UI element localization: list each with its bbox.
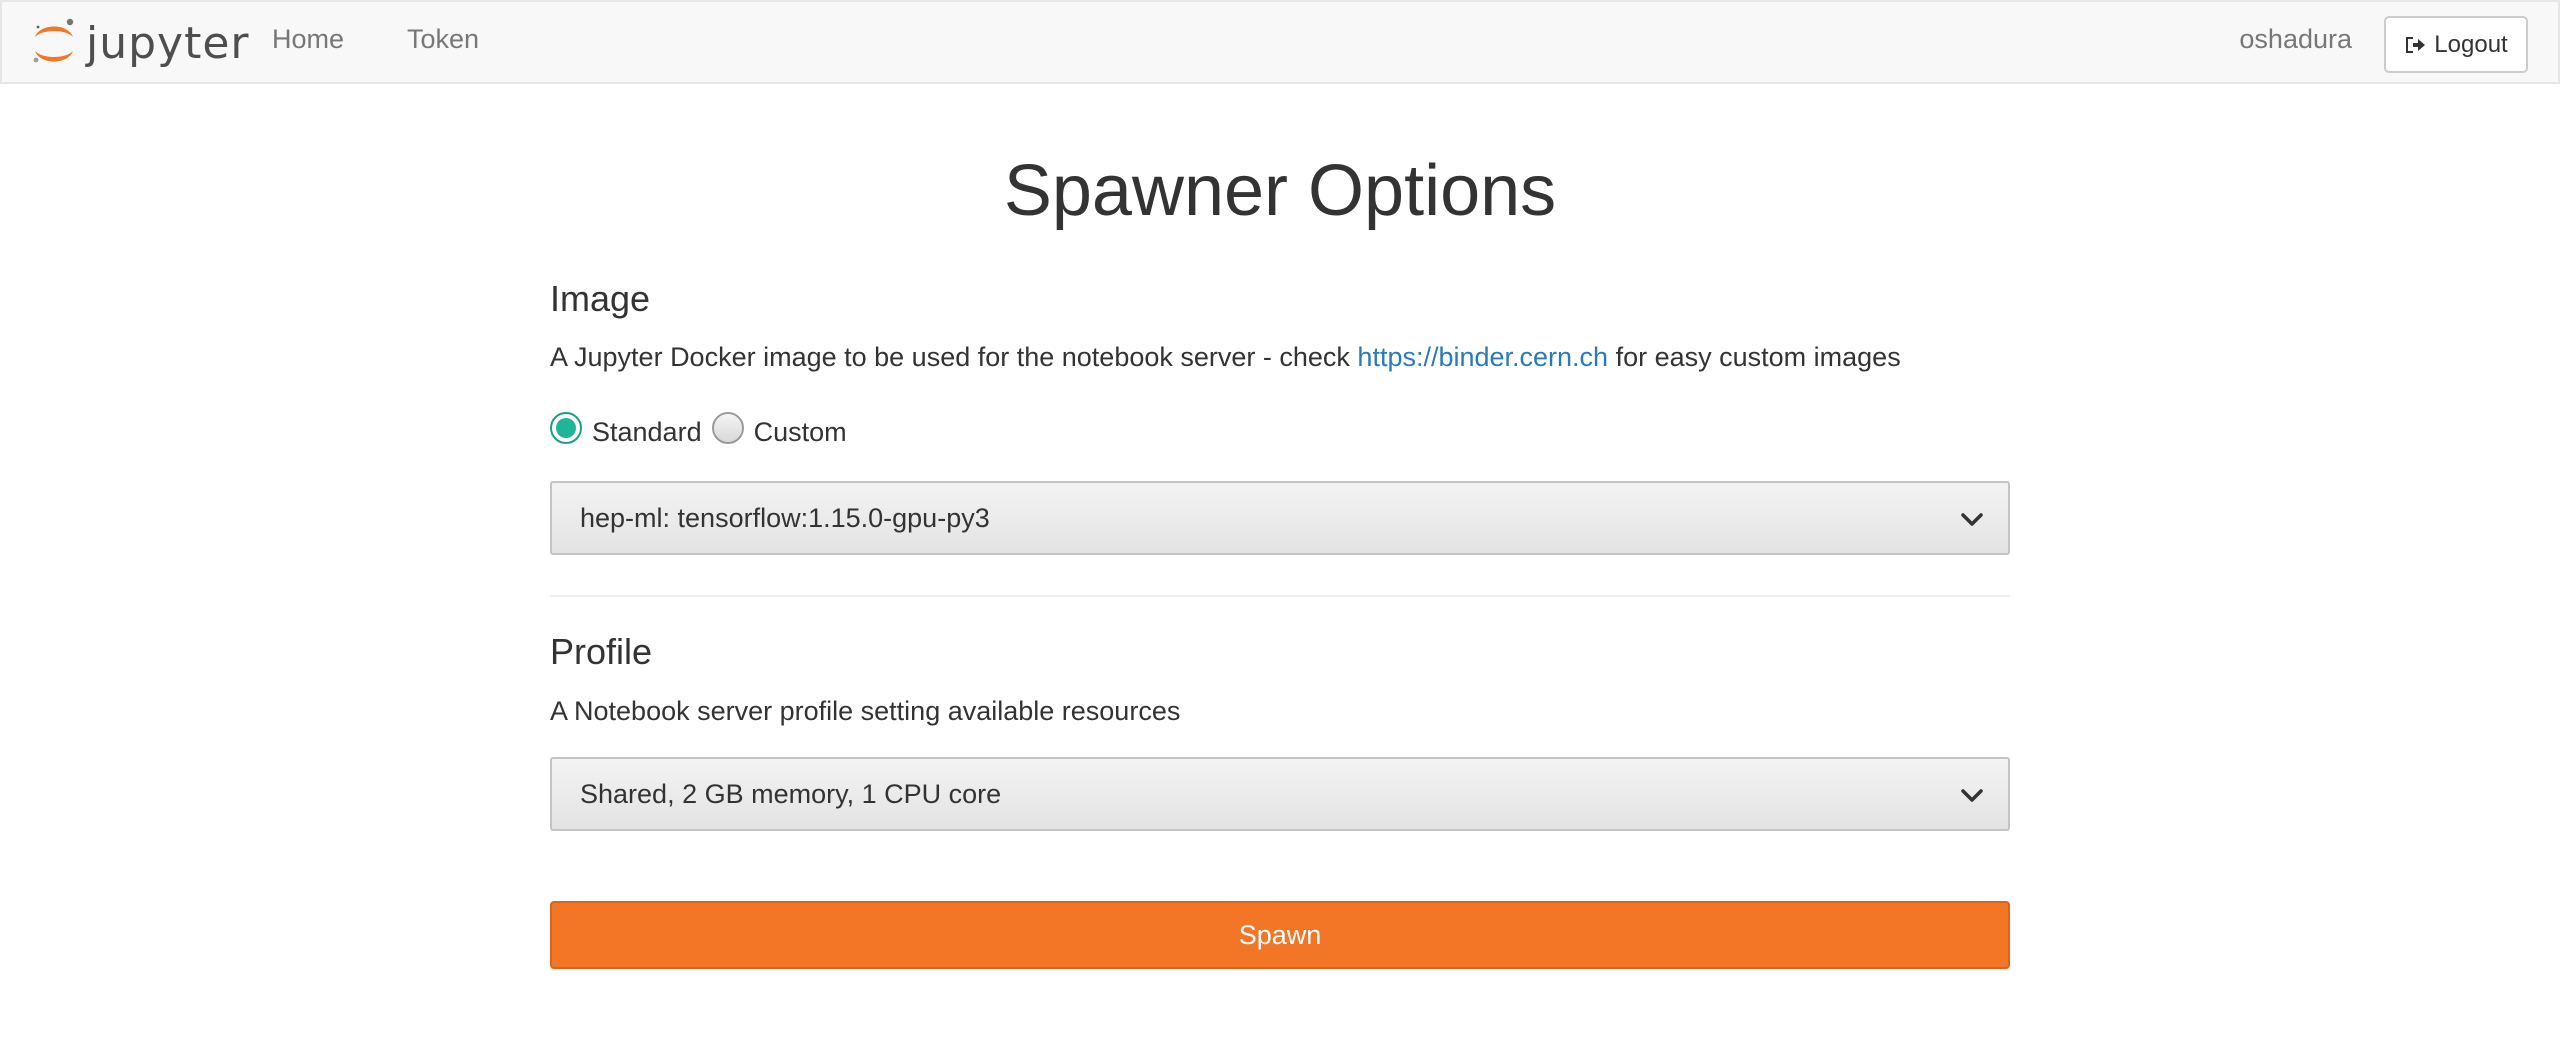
binder-link[interactable]: https://binder.cern.ch (1357, 342, 1608, 372)
custom-radio[interactable] (711, 412, 744, 444)
chevron-down-icon (1961, 789, 1983, 802)
standard-radio[interactable] (550, 412, 582, 444)
spawn-button[interactable]: Spawn (550, 901, 2010, 969)
brand-text: jupyter (86, 17, 250, 69)
top-navbar: jupyter Home Token oshadura Logout (0, 0, 2560, 84)
nav-token-link[interactable]: Token (407, 24, 479, 55)
image-description: A Jupyter Docker image to be used for th… (550, 342, 2010, 373)
chevron-down-icon (1961, 513, 1983, 526)
nav-home-link[interactable]: Home (272, 24, 344, 55)
image-type-radio-group: Standard Custom (550, 412, 857, 447)
profile-section-heading: Profile (550, 631, 653, 672)
logout-label: Logout (2434, 30, 2508, 58)
sign-out-icon (2406, 36, 2426, 53)
profile-select[interactable]: Shared, 2 GB memory, 1 CPU core (550, 757, 2010, 831)
profile-section-heading-wrap: Profile (550, 631, 2010, 673)
standard-radio-label[interactable]: Standard (592, 417, 702, 448)
image-select[interactable]: hep-ml: tensorflow:1.15.0-gpu-py3 (550, 481, 2010, 555)
image-section-heading-wrap: Image (550, 278, 2010, 320)
profile-select-value: Shared, 2 GB memory, 1 CPU core (580, 778, 1002, 809)
image-section-heading: Image (550, 278, 651, 319)
profile-description-wrap: A Notebook server profile setting availa… (550, 696, 2010, 727)
page-title: Spawner Options (1003, 151, 1557, 231)
image-desc-text: A Jupyter Docker image to be used for th… (550, 342, 1358, 372)
custom-radio-label[interactable]: Custom (754, 417, 847, 448)
jupyter-home-logo-link[interactable]: jupyter (30, 14, 250, 72)
image-select-value: hep-ml: tensorflow:1.15.0-gpu-py3 (580, 502, 990, 533)
image-desc-text-after: for easy custom images (1608, 342, 1901, 372)
profile-description: A Notebook server profile setting availa… (550, 696, 1181, 726)
username-label: oshadura (2239, 24, 2352, 54)
logout-button[interactable]: Logout (2384, 16, 2528, 73)
section-divider (550, 595, 2010, 597)
jupyter-logo-icon (33, 18, 74, 63)
